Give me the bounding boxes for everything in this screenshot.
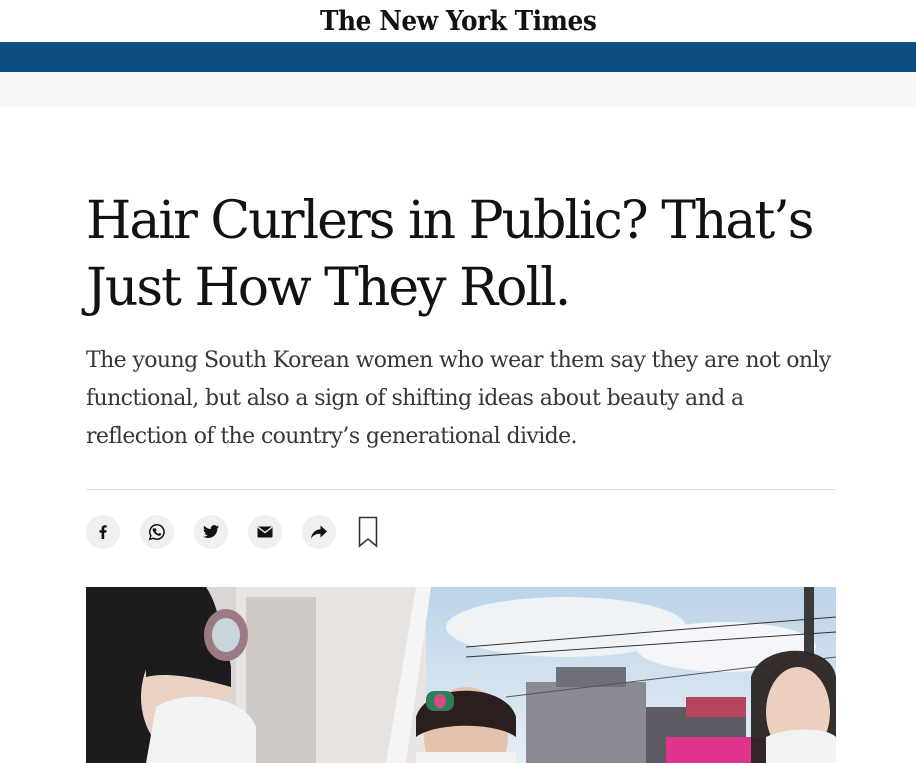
- twitter-icon: [203, 525, 219, 539]
- save-article-button[interactable]: [356, 515, 380, 549]
- whatsapp-icon: [148, 524, 165, 541]
- masthead: The New York Times: [0, 0, 916, 42]
- divider: [86, 489, 836, 490]
- more-share-button[interactable]: [302, 515, 336, 549]
- share-toolbar: [86, 514, 380, 550]
- article-headline: Hair Curlers in Public? That’s Just How …: [86, 191, 814, 318]
- share-arrow-icon: [311, 525, 327, 539]
- article-lead-photo: [86, 587, 836, 763]
- ad-placeholder-bar: [0, 72, 916, 107]
- facebook-share-button[interactable]: [86, 515, 120, 549]
- photo-image: [86, 587, 836, 763]
- twitter-share-button[interactable]: [194, 515, 228, 549]
- bookmark-icon: [358, 516, 378, 548]
- nyt-logo[interactable]: The New York Times: [320, 6, 597, 37]
- navigation-bar: [0, 42, 916, 72]
- whatsapp-share-button[interactable]: [140, 515, 174, 549]
- article-summary: The young South Korean women who wear th…: [86, 348, 831, 449]
- email-icon: [257, 526, 273, 538]
- facebook-icon: [99, 525, 107, 539]
- email-share-button[interactable]: [248, 515, 282, 549]
